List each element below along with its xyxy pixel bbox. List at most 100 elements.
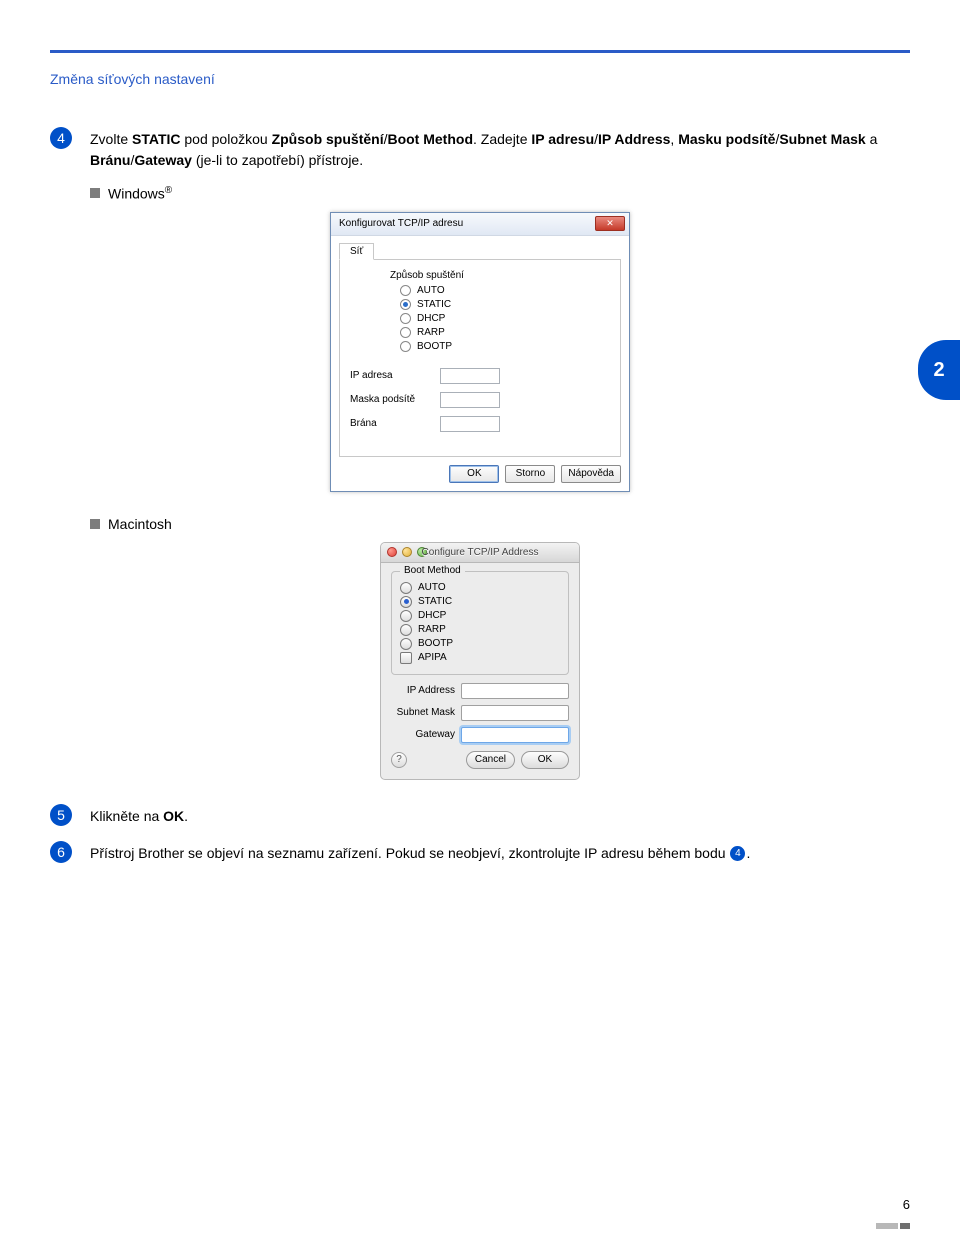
ip-label: IP Address [391, 685, 461, 696]
tab-network[interactable]: Síť [339, 243, 374, 260]
radio-icon [400, 624, 412, 636]
cancel-button[interactable]: Cancel [466, 751, 515, 769]
gateway-label: Brána [350, 418, 440, 429]
radio-label: STATIC [417, 299, 451, 310]
text-bold: STATIC [132, 131, 180, 147]
radio-bootp[interactable]: BOOTP [400, 638, 560, 650]
text-bold: IP adresu [531, 131, 594, 147]
bullet-label-macintosh: Macintosh [108, 516, 172, 532]
radio-rarp[interactable]: RARP [400, 327, 610, 338]
close-icon: ✕ [606, 218, 614, 229]
radio-icon [400, 285, 411, 296]
radio-auto[interactable]: AUTO [400, 285, 610, 296]
text: (je-li to zapotřebí) přístroje. [192, 152, 363, 168]
text: . [184, 808, 188, 824]
radio-selected-icon [403, 302, 408, 307]
top-rule [50, 50, 910, 53]
radio-dhcp[interactable]: DHCP [400, 313, 610, 324]
text-bold: Masku podsítě [678, 131, 775, 147]
page-decoration [876, 1223, 910, 1229]
radio-label: AUTO [418, 582, 446, 593]
radio-label: BOOTP [417, 341, 452, 352]
radio-label: DHCP [417, 313, 445, 324]
registered-icon: ® [165, 185, 172, 196]
ip-input[interactable] [440, 368, 500, 384]
text: Přístroj Brother se objeví na seznamu za… [90, 845, 729, 861]
radio-icon [400, 327, 411, 338]
text: Windows [108, 186, 165, 202]
mask-label: Maska podsítě [350, 394, 440, 405]
radio-rarp[interactable]: RARP [400, 624, 560, 636]
text: . [746, 845, 750, 861]
radio-bootp[interactable]: BOOTP [400, 341, 610, 352]
radio-label: BOOTP [418, 638, 453, 649]
text-bold: Subnet Mask [779, 131, 865, 147]
deco-bar-icon [876, 1223, 898, 1229]
text-bold: Gateway [134, 152, 192, 168]
cancel-button[interactable]: Storno [505, 465, 555, 483]
tab-panel: Způsob spuštění AUTO STATIC DHCP RARP BO… [339, 259, 621, 457]
gateway-input[interactable] [440, 416, 500, 432]
bullet-label-windows: Windows® [108, 185, 172, 202]
radio-label: RARP [417, 327, 445, 338]
checkbox-label: APIPA [418, 652, 447, 663]
windows-title: Konfigurovat TCP/IP adresu [339, 218, 463, 229]
boot-method-label: Boot Method [400, 565, 465, 576]
step-5-text: Klikněte na OK. [90, 804, 188, 827]
mask-input[interactable] [461, 705, 569, 721]
mac-dialog: Configure TCP/IP Address Boot Method AUT… [380, 542, 580, 780]
bullet-windows: Windows® [90, 185, 910, 202]
radio-dhcp[interactable]: DHCP [400, 610, 560, 622]
square-bullet-icon [90, 519, 100, 529]
text: Klikněte na [90, 808, 163, 824]
radio-icon [400, 299, 411, 310]
text-bold: OK [163, 808, 184, 824]
boot-method-group: Boot Method AUTO STATIC DHCP RARP BOOTP … [391, 571, 569, 675]
text-bold: IP Address [598, 131, 670, 147]
radio-label: RARP [418, 624, 446, 635]
page-number: 6 [903, 1197, 910, 1212]
radio-icon [400, 596, 412, 608]
radio-icon [400, 610, 412, 622]
radio-static[interactable]: STATIC [400, 596, 560, 608]
gateway-label: Gateway [391, 729, 461, 740]
ok-button[interactable]: OK [449, 465, 499, 483]
text-bold: Způsob spuštění [272, 131, 384, 147]
radio-icon [400, 313, 411, 324]
step-6-text: Přístroj Brother se objeví na seznamu za… [90, 841, 750, 864]
radio-static[interactable]: STATIC [400, 299, 610, 310]
ip-input[interactable] [461, 683, 569, 699]
ip-label: IP adresa [350, 370, 440, 381]
step-ref-4: 4 [730, 846, 745, 861]
close-button[interactable]: ✕ [595, 216, 625, 231]
text: . Zadejte [473, 131, 531, 147]
deco-bar-icon [900, 1223, 910, 1229]
step-number-5: 5 [50, 804, 72, 826]
text: pod položkou [181, 131, 272, 147]
radio-label: STATIC [418, 596, 452, 607]
step-4-text: Zvolte STATIC pod položkou Způsob spuště… [90, 127, 910, 171]
help-button[interactable]: ? [391, 752, 407, 768]
help-button[interactable]: Nápověda [561, 465, 621, 483]
text: Zvolte [90, 131, 132, 147]
mask-input[interactable] [440, 392, 500, 408]
gateway-input[interactable] [461, 727, 569, 743]
text-bold: Boot Method [387, 131, 473, 147]
chapter-side-badge: 2 [918, 340, 960, 400]
radio-icon [400, 638, 412, 650]
step-6: 6 Přístroj Brother se objeví na seznamu … [50, 841, 910, 864]
radio-label: DHCP [418, 610, 446, 621]
checkbox-apipa[interactable]: APIPA [400, 652, 560, 664]
radio-label: AUTO [417, 285, 445, 296]
radio-auto[interactable]: AUTO [400, 582, 560, 594]
mask-label: Subnet Mask [391, 707, 461, 718]
step-number-4: 4 [50, 127, 72, 149]
radio-icon [400, 341, 411, 352]
square-bullet-icon [90, 188, 100, 198]
bullet-macintosh: Macintosh [90, 516, 910, 532]
ok-button[interactable]: OK [521, 751, 569, 769]
breadcrumb: Změna síťových nastavení [50, 71, 910, 87]
radio-icon [400, 582, 412, 594]
windows-dialog: Konfigurovat TCP/IP adresu ✕ Síť Způsob … [330, 212, 630, 492]
step-number-6: 6 [50, 841, 72, 863]
